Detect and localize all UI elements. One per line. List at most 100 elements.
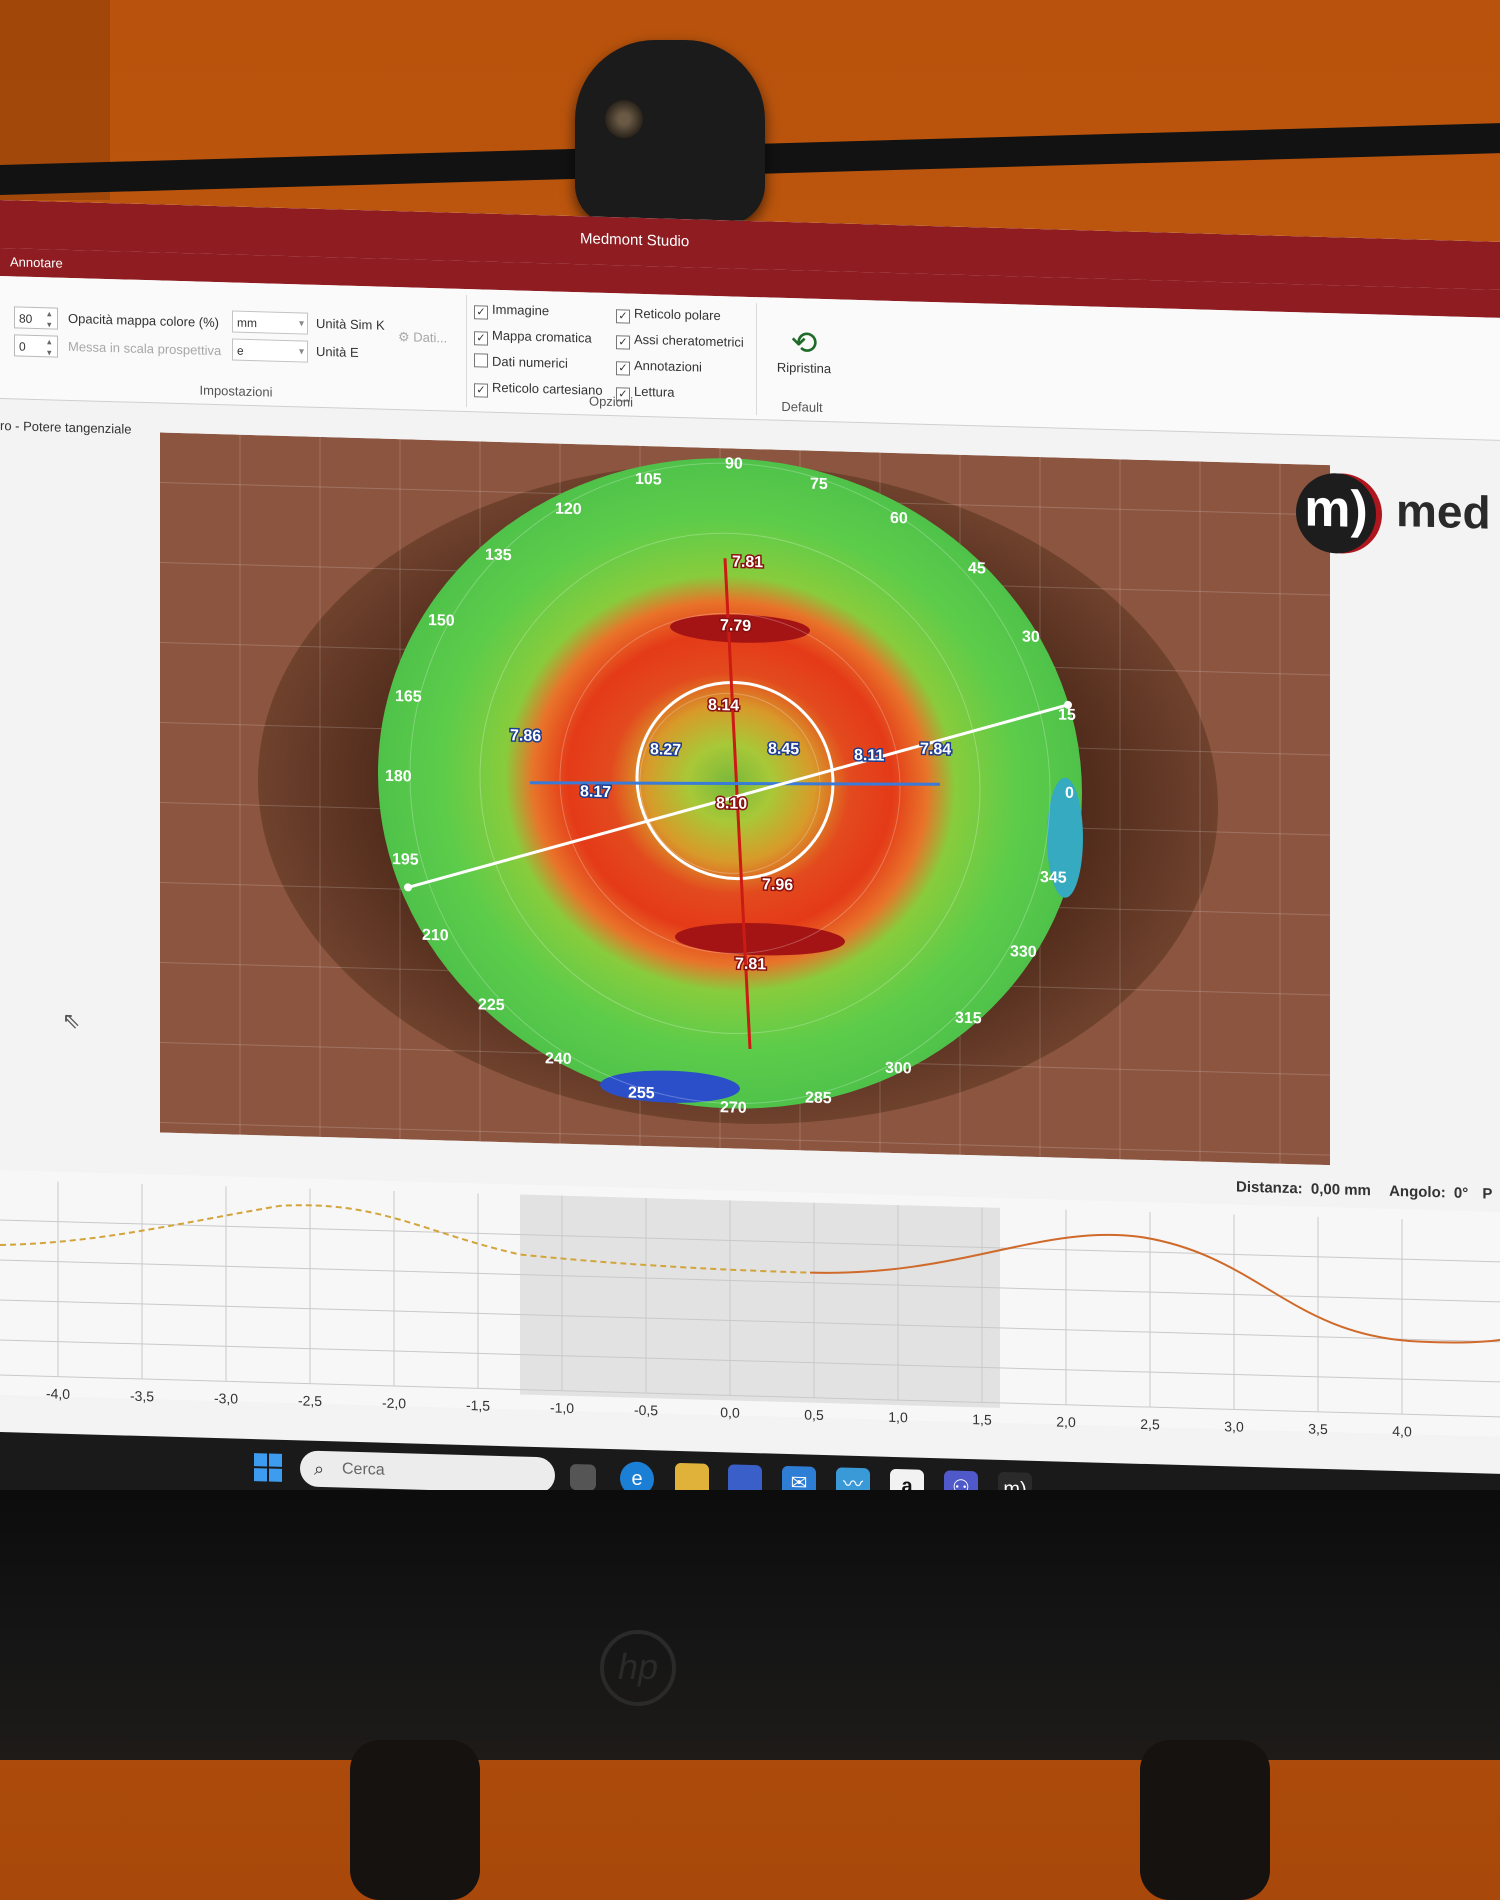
monitor-bezel-bottom (0, 1490, 1500, 1760)
restore-label: Ripristina (776, 359, 832, 377)
e-unit-label: Unità E (316, 343, 359, 361)
webcam (575, 40, 765, 225)
option-immagine[interactable]: ✓ Immagine (474, 301, 549, 321)
power-reading: 7.81 (735, 956, 766, 974)
start-button[interactable] (254, 1453, 282, 1482)
simk-unit-select[interactable]: mm (232, 310, 308, 335)
x-tick-label: 2,0 (1056, 1413, 1076, 1431)
angle-label: 225 (478, 996, 505, 1014)
group-label-impostazioni: Impostazioni (199, 382, 273, 400)
checkbox-icon: ✓ (616, 309, 630, 324)
readout-extra: P (1482, 1185, 1493, 1203)
logo-text: med (1396, 483, 1491, 539)
power-reading: 7.86 (510, 727, 541, 745)
angle-label: 195 (392, 851, 419, 869)
angle-label: 105 (635, 471, 662, 489)
perspective-label: Messa in scala prospettiva (68, 338, 222, 359)
restore-button[interactable]: ⟲ Ripristina (760, 323, 848, 376)
power-reading: 8.45 (768, 740, 799, 758)
distance-label: Distanza: (1236, 1178, 1303, 1198)
option-mappa-cromatica[interactable]: ✓ Mappa cromatica (474, 327, 592, 348)
angle-label: 240 (545, 1050, 572, 1068)
angle-label: 90 (725, 455, 743, 472)
angle-label: 135 (485, 547, 512, 565)
group-label-default: Default (781, 398, 823, 415)
distance-value: 0,00 mm (1310, 1180, 1371, 1200)
power-reading: 8.17 (580, 783, 611, 801)
x-tick-label: 1,0 (888, 1408, 908, 1426)
topography-map[interactable]: 0 15 30 45 60 75 90 105 120 135 150 165 … (160, 432, 1330, 1166)
e-unit-select[interactable]: e (232, 338, 308, 363)
logo-mark: m) (1296, 472, 1376, 555)
search-icon: ⌕ (314, 1458, 325, 1480)
angle-label: 45 (968, 560, 986, 577)
power-reading: 7.79 (720, 617, 751, 635)
x-tick-label: -4,0 (45, 1385, 71, 1402)
angle-readout-value: 0° (1453, 1184, 1469, 1203)
opacity-spinner[interactable]: 80 (14, 306, 58, 330)
angle-readout-label: Angolo: (1389, 1182, 1446, 1202)
x-tick-label: -1,0 (549, 1399, 575, 1417)
angle-label: 315 (955, 1010, 982, 1028)
medmont-logo: m) med (1296, 466, 1500, 562)
monitor-stand-right (1140, 1740, 1270, 1900)
x-tick-label: -3,0 (213, 1389, 239, 1407)
checkbox-icon: ✓ (616, 361, 630, 376)
angle-label: 0 (1065, 785, 1074, 802)
power-reading: 8.11 (854, 747, 884, 765)
x-tick-label: 2,5 (1140, 1415, 1160, 1433)
angle-label: 30 (1022, 629, 1040, 646)
x-tick-label: 4,0 (1392, 1422, 1412, 1440)
group-opzioni: ✓ Immagine ✓ Mappa cromatica Dati numerici… (466, 295, 757, 416)
power-reading: 7.84 (920, 741, 951, 759)
perspective-spinner[interactable]: 0 (14, 334, 58, 358)
power-reading: 7.96 (762, 876, 793, 894)
angle-label: 210 (422, 927, 449, 945)
angle-label: 330 (1010, 943, 1037, 961)
angle-label: 180 (385, 768, 412, 786)
power-reading: 8.10 (716, 795, 747, 813)
checkbox-icon: ✓ (474, 331, 488, 346)
angle-label: 15 (1058, 707, 1076, 724)
screen: Medmont Studio Annotare 80 Opacità mappa… (0, 200, 1500, 1572)
angle-label: 285 (805, 1089, 832, 1107)
checkbox-icon (474, 353, 488, 368)
window-title: Medmont Studio (580, 230, 690, 251)
x-tick-label: -1,5 (465, 1397, 491, 1414)
x-tick-label: -3,5 (129, 1387, 155, 1405)
hp-logo: hp (600, 1630, 676, 1706)
taskbar-search[interactable]: ⌕ Cerca (300, 1450, 555, 1494)
power-reading: 7.81 (732, 553, 763, 571)
group-label-opzioni: Opzioni (588, 393, 634, 410)
option-reticolo-polare[interactable]: ✓ Reticolo polare (616, 305, 721, 326)
x-tick-label: -2,5 (297, 1392, 323, 1409)
x-tick-label: 0,5 (804, 1406, 824, 1424)
option-assi-cheratometrici[interactable]: ✓ Assi cheratometrici (616, 331, 744, 353)
x-tick-label: 0,0 (720, 1404, 740, 1421)
power-reading: 8.14 (708, 697, 739, 715)
angle-label: 270 (720, 1099, 747, 1117)
shaded-zone (520, 1194, 1000, 1408)
group-impostazioni: 80 Opacità mappa colore (%) 0 Messa in s… (6, 282, 467, 408)
x-tick-label: 1,5 (972, 1411, 992, 1428)
monitor-stand-left (350, 1740, 480, 1900)
option-annotazioni[interactable]: ✓ Annotazioni (616, 357, 702, 377)
option-dati-numerici[interactable]: Dati numerici (474, 353, 568, 371)
checkbox-icon: ✓ (616, 335, 630, 350)
x-tick-label: 3,0 (1224, 1418, 1244, 1435)
angle-label: 60 (890, 510, 908, 527)
angle-label: 345 (1040, 869, 1067, 887)
angle-label: 75 (810, 476, 828, 493)
task-view-icon[interactable] (570, 1463, 596, 1491)
angle-label: 165 (395, 688, 422, 706)
angle-label: 300 (885, 1060, 912, 1078)
webcam-lens (605, 100, 643, 138)
opacity-label: Opacità mappa colore (%) (68, 310, 220, 331)
checkbox-icon: ✓ (474, 305, 488, 320)
tab-annotate[interactable]: Annotare (10, 254, 63, 270)
x-tick-label: 3,5 (1308, 1420, 1328, 1438)
x-tick-label: -0,5 (633, 1401, 659, 1419)
data-button[interactable]: ⚙ Dati... (398, 329, 447, 346)
angle-label: 120 (555, 501, 582, 519)
angle-label: 150 (428, 612, 455, 630)
